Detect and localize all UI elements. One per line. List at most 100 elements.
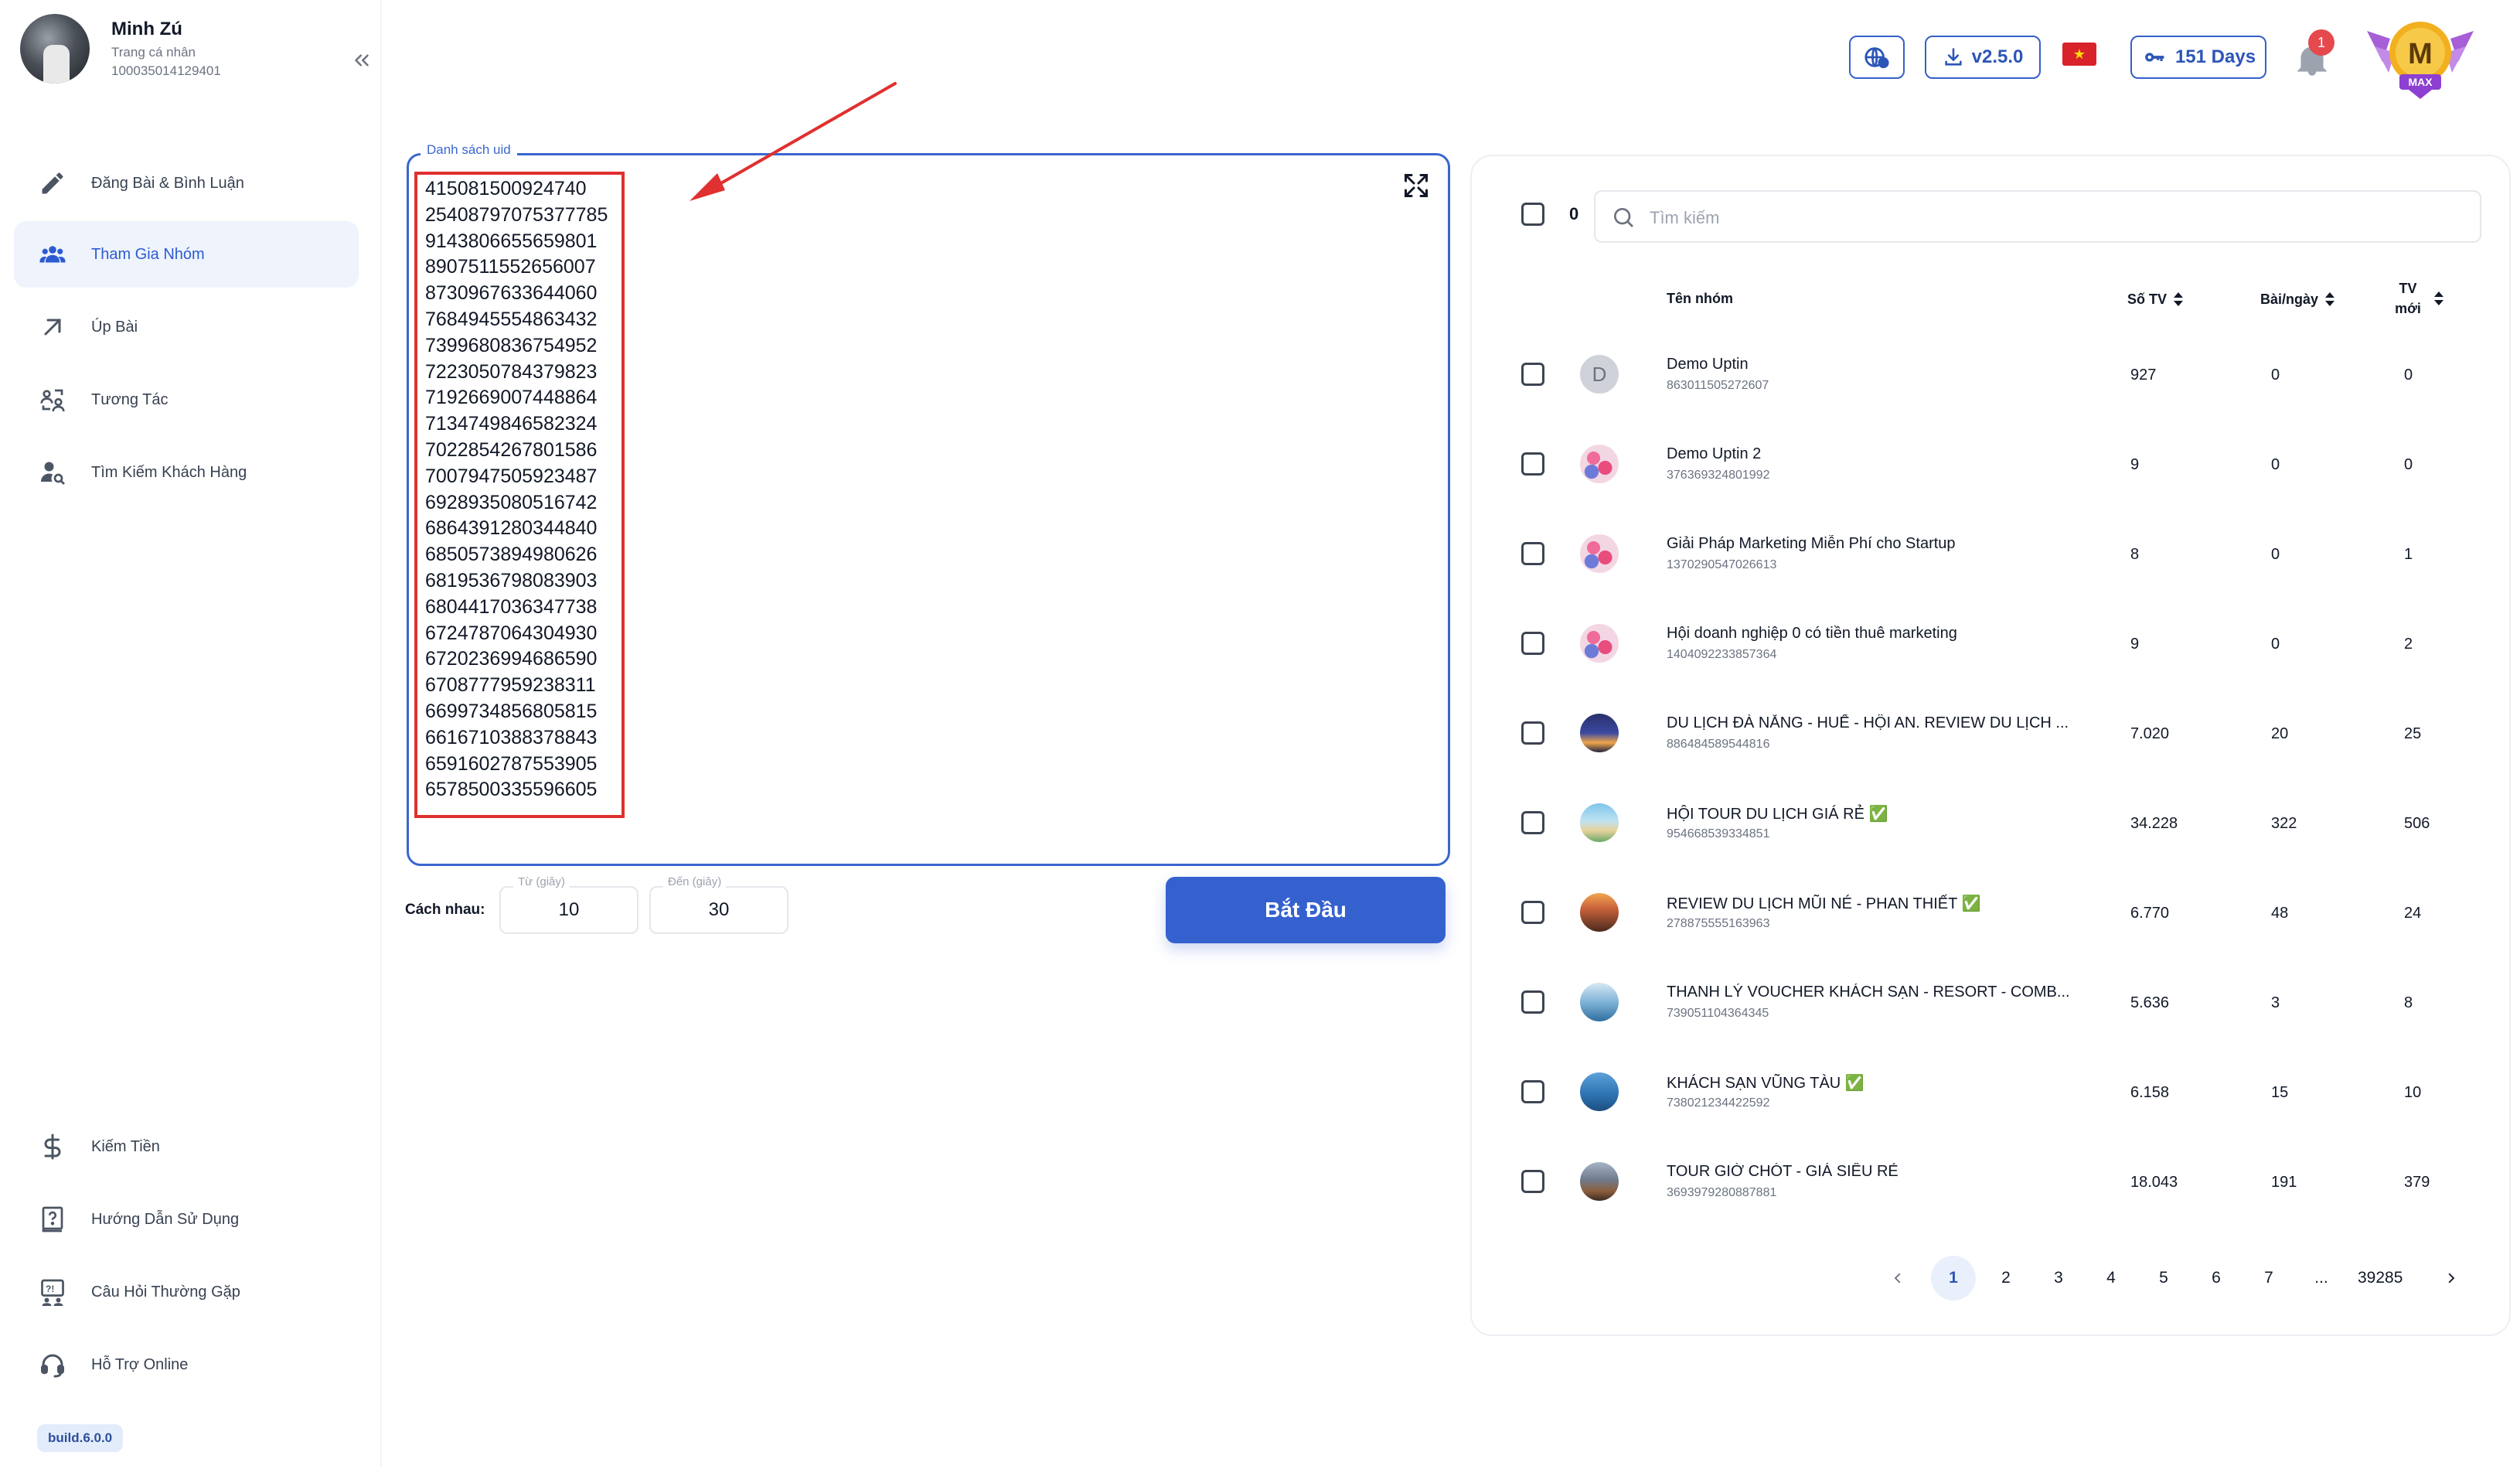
uid-line: 6708777959238311 bbox=[425, 674, 596, 697]
group-posts-per-day: 48 bbox=[2271, 905, 2289, 922]
delay-to-caption: Đến (giây) bbox=[663, 875, 727, 888]
dollar-icon bbox=[14, 1133, 91, 1161]
sidebar-item-tim-kiem-khach-hang[interactable]: Tìm Kiếm Khách Hàng bbox=[14, 439, 359, 506]
select-all-checkbox[interactable] bbox=[1521, 203, 1544, 226]
delay-to-input[interactable]: 30 bbox=[649, 886, 788, 934]
sidebar-item-tuong-tac[interactable]: Tương Tác bbox=[14, 366, 359, 433]
pagination-page-4[interactable]: 4 bbox=[2089, 1256, 2133, 1301]
group-member-count: 9 bbox=[2130, 636, 2140, 653]
translate-button[interactable] bbox=[1849, 36, 1905, 79]
row-checkbox[interactable] bbox=[1521, 452, 1544, 476]
table-row[interactable]: TOUR GIỜ CHÓT - GIÁ SIÊU RẺ 3693979280887… bbox=[1470, 1137, 2511, 1226]
group-member-count: 34.228 bbox=[2130, 815, 2178, 832]
sidebar-item-dang-bai[interactable]: Đăng Bài & Bình Luận bbox=[14, 150, 359, 216]
expand-icon[interactable] bbox=[1402, 172, 1430, 199]
pagination-page-39285[interactable]: 39285 bbox=[2350, 1256, 2410, 1301]
table-row[interactable]: Giải Pháp Marketing Miễn Phí cho Startup… bbox=[1470, 509, 2511, 598]
search-input[interactable] bbox=[1650, 203, 2469, 234]
group-avatar: D bbox=[1580, 355, 1619, 394]
table-row[interactable]: KHÁCH SẠN VŨNG TÀU ✅ 738021234422592 6.158… bbox=[1470, 1047, 2511, 1137]
group-new-members: 8 bbox=[2404, 994, 2413, 1011]
pagination-page-5[interactable]: 5 bbox=[2141, 1256, 2186, 1301]
start-button[interactable]: Bắt Đầu bbox=[1166, 877, 1446, 943]
row-checkbox[interactable] bbox=[1521, 901, 1544, 924]
row-checkbox[interactable] bbox=[1521, 811, 1544, 834]
version-download-button[interactable]: v2.5.0 bbox=[1925, 36, 2041, 79]
table-row[interactable]: Hội doanh nghiệp 0 có tiền thuê marketin… bbox=[1470, 598, 2511, 688]
table-row[interactable]: D Demo Uptin 863011505272607 927 0 0 bbox=[1470, 329, 2511, 419]
table-row[interactable]: DU LỊCH ĐÀ NẴNG - HUẾ - HỘI AN. REVIEW D… bbox=[1470, 688, 2511, 778]
group-posts-per-day: 322 bbox=[2271, 815, 2297, 832]
star-icon: ★ bbox=[2072, 46, 2086, 62]
language-flag-vietnam[interactable]: ★ bbox=[2062, 43, 2096, 66]
row-checkbox[interactable] bbox=[1521, 990, 1544, 1014]
pagination-page-3[interactable]: 3 bbox=[2036, 1256, 2081, 1301]
selected-count: 0 bbox=[1569, 204, 1579, 223]
column-header-posts-per-day[interactable]: Bài/ngày bbox=[2260, 291, 2335, 308]
row-checkbox[interactable] bbox=[1521, 1170, 1544, 1193]
group-id: 1404092233857364 bbox=[1667, 648, 1777, 661]
column-header-label: Bài/ngày bbox=[2260, 291, 2319, 307]
pagination-page-2[interactable]: 2 bbox=[1984, 1256, 2028, 1301]
row-checkbox[interactable] bbox=[1521, 721, 1544, 745]
group-member-count: 8 bbox=[2130, 546, 2140, 563]
delay-from-input[interactable]: 10 bbox=[499, 886, 639, 934]
sidebar-item-up-bai[interactable]: Úp Bài bbox=[14, 294, 359, 360]
group-id: 954668539334851 bbox=[1667, 827, 1770, 840]
pagination-prev-button[interactable] bbox=[1875, 1256, 1920, 1301]
group-name: Demo Uptin bbox=[1667, 356, 1749, 373]
uid-line: 6928935080516742 bbox=[425, 491, 598, 513]
sidebar-item-label: Đăng Bài & Bình Luận bbox=[91, 174, 244, 192]
pagination-page-1[interactable]: 1 bbox=[1931, 1256, 1976, 1301]
row-checkbox[interactable] bbox=[1521, 632, 1544, 655]
table-row[interactable]: THANH LÝ VOUCHER KHÁCH SẠN - RESORT - CO… bbox=[1470, 957, 2511, 1047]
row-checkbox[interactable] bbox=[1521, 542, 1544, 565]
version-label: v2.5.0 bbox=[1971, 46, 2024, 67]
pagination-page-7[interactable]: 7 bbox=[2246, 1256, 2291, 1301]
license-days-button[interactable]: 151 Days bbox=[2130, 36, 2266, 79]
uid-line: 7399680836754952 bbox=[425, 334, 598, 356]
avatar[interactable] bbox=[20, 14, 90, 84]
group-posts-per-day: 0 bbox=[2271, 546, 2280, 563]
group-new-members: 506 bbox=[2404, 815, 2430, 832]
sidebar-item-ho-tro[interactable]: Hỗ Trợ Online bbox=[14, 1331, 359, 1398]
sidebar-item-label: Tham Gia Nhóm bbox=[91, 245, 205, 263]
chevron-left-icon bbox=[1894, 1273, 1901, 1284]
table-row[interactable]: Demo Uptin 2 376369324801992 9 0 0 bbox=[1470, 419, 2511, 509]
column-header-members[interactable]: Số TV bbox=[2127, 291, 2184, 308]
uid-line: 7684945554863432 bbox=[425, 308, 598, 330]
table-row[interactable]: HỘI TOUR DU LỊCH GIÁ RẺ ✅ 954668539334851… bbox=[1470, 778, 2511, 868]
uid-line: 7007947505923487 bbox=[425, 465, 598, 487]
uid-line: 6720236994686590 bbox=[425, 648, 598, 670]
column-header-new-members[interactable]: TV mới bbox=[2389, 278, 2444, 319]
annotation-arrow bbox=[690, 82, 897, 201]
uid-line: 6616710388378843 bbox=[425, 726, 598, 748]
group-posts-per-day: 0 bbox=[2271, 456, 2280, 473]
group-member-count: 927 bbox=[2130, 366, 2157, 384]
sidebar-item-cau-hoi[interactable]: ?! Câu Hỏi Thường Gặp bbox=[14, 1259, 359, 1325]
sidebar-item-tham-gia-nhom[interactable]: Tham Gia Nhóm bbox=[14, 221, 359, 288]
max-medal-icon[interactable]: M MAX bbox=[2359, 8, 2481, 101]
sidebar-item-huong-dan[interactable]: Hướng Dẫn Sử Dụng bbox=[14, 1186, 359, 1253]
row-checkbox[interactable] bbox=[1521, 1080, 1544, 1103]
pagination-next-button[interactable] bbox=[2429, 1256, 2474, 1301]
group-name: Giải Pháp Marketing Miễn Phí cho Startup bbox=[1667, 535, 1956, 552]
uid-line: 6850573894980626 bbox=[425, 544, 598, 566]
search-icon bbox=[1614, 208, 1633, 227]
uid-list-content[interactable]: 415081500924740 25408797075377785 91438066… bbox=[425, 176, 608, 803]
group-new-members: 0 bbox=[2404, 456, 2413, 473]
group-name: HỘI TOUR DU LỊCH GIÁ RẺ ✅ bbox=[1667, 806, 1888, 823]
pagination-page-6[interactable]: 6 bbox=[2194, 1256, 2239, 1301]
collapse-sidebar-button[interactable] bbox=[345, 48, 379, 79]
row-checkbox[interactable] bbox=[1521, 363, 1544, 386]
table-row[interactable]: REVIEW DU LỊCH MŨI NÉ - PHAN THIẾT ✅ 2788… bbox=[1470, 868, 2511, 957]
group-avatar bbox=[1580, 624, 1619, 663]
group-avatar bbox=[1580, 893, 1619, 932]
group-posts-per-day: 191 bbox=[2271, 1174, 2297, 1191]
group-new-members: 0 bbox=[2404, 366, 2413, 384]
group-new-members: 25 bbox=[2404, 725, 2422, 742]
sidebar-item-kiem-tien[interactable]: Kiếm Tiền bbox=[14, 1113, 359, 1180]
uid-line: 25408797075377785 bbox=[425, 203, 608, 226]
uid-line: 7022854267801586 bbox=[425, 438, 598, 461]
translate-globe-icon bbox=[1864, 47, 1889, 69]
